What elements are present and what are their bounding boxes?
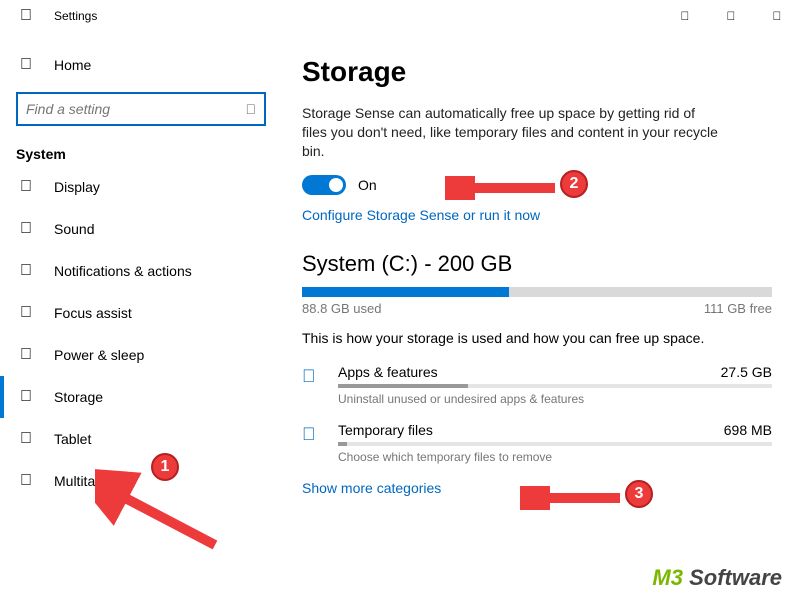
category-size: 27.5 GB [721,364,772,380]
drive-usage-bar [302,287,772,297]
minimize-button[interactable]:  [662,0,708,32]
annotation-badge-3: 3 [625,480,653,508]
category-name: Temporary files [338,422,433,438]
sidebar-item-storage[interactable]:  Storage [0,376,280,418]
sound-icon:  [16,220,36,238]
home-nav[interactable]:  Home [0,44,280,86]
apps-icon:  [302,366,324,387]
sidebar-item-multitasking[interactable]:  Multitasking [0,460,280,502]
search-icon:  [246,101,257,117]
category-bar [338,384,772,388]
maximize-button[interactable]:  [708,0,754,32]
category-bar [338,442,772,446]
multitask-icon:  [16,472,36,490]
sidebar-item-sound[interactable]:  Sound [0,208,280,250]
category-size: 698 MB [724,422,772,438]
sidebar-item-label: Tablet [54,431,91,447]
back-button[interactable]:  [8,7,44,25]
toggle-state-label: On [358,177,377,193]
category-sub: Uninstall unused or undesired apps & fea… [338,392,772,406]
drive-used-label: 88.8 GB used [302,301,382,316]
trash-icon:  [302,424,324,445]
sidebar-item-focus-assist[interactable]:  Focus assist [0,292,280,334]
power-icon:  [16,346,36,364]
sidebar-item-label: Focus assist [54,305,132,321]
storage-category[interactable]:  Apps & features 27.5 GB Uninstall unused … [302,364,772,406]
watermark: M3 Software [652,565,782,591]
nav-group-title: System [0,136,280,166]
sidebar-item-label: Display [54,179,100,195]
home-icon:  [16,56,36,74]
search-box[interactable]:  [16,92,266,126]
drive-heading: System (C:) - 200 GB [302,251,772,277]
storage-category[interactable]:  Temporary files 698 MB Choose which tempo… [302,422,772,464]
notify-icon:  [16,262,36,280]
sidebar-item-label: Power & sleep [54,347,144,363]
sidebar:  Home  System  Display  Sound  Notificat… [0,32,280,597]
usage-how-text: This is how your storage is used and how… [302,330,772,346]
annotation-badge-1: 1 [151,453,179,481]
search-input[interactable] [26,101,246,117]
show-more-link[interactable]: Show more categories [302,480,772,496]
sidebar-item-label: Multitasking [54,473,128,489]
category-sub: Choose which temporary files to remove [338,450,772,464]
sidebar-item-label: Notifications & actions [54,263,192,279]
category-name: Apps & features [338,364,438,380]
sidebar-item-label: Storage [54,389,103,405]
sidebar-item-display[interactable]:  Display [0,166,280,208]
home-label: Home [54,57,91,73]
titlebar:  Settings    [0,0,800,32]
drive-free-label: 111 GB free [704,301,772,316]
window-title: Settings [54,9,97,23]
tablet-icon:  [16,430,36,448]
storage-sense-toggle[interactable] [302,175,346,195]
annotation-badge-2: 2 [560,170,588,198]
sidebar-item-notifications-actions[interactable]:  Notifications & actions [0,250,280,292]
display-icon:  [16,178,36,196]
sidebar-item-tablet[interactable]:  Tablet [0,418,280,460]
configure-link[interactable]: Configure Storage Sense or run it now [302,207,772,223]
page-heading: Storage [302,56,772,88]
window-controls:    [662,0,800,32]
storage-sense-description: Storage Sense can automatically free up … [302,104,722,161]
main-content: Storage Storage Sense can automatically … [280,32,800,597]
drive-usage-used [302,287,509,297]
focus-icon:  [16,304,36,322]
storage-icon:  [16,388,36,406]
sidebar-item-label: Sound [54,221,94,237]
sidebar-item-power-sleep[interactable]:  Power & sleep [0,334,280,376]
close-button[interactable]:  [754,0,800,32]
